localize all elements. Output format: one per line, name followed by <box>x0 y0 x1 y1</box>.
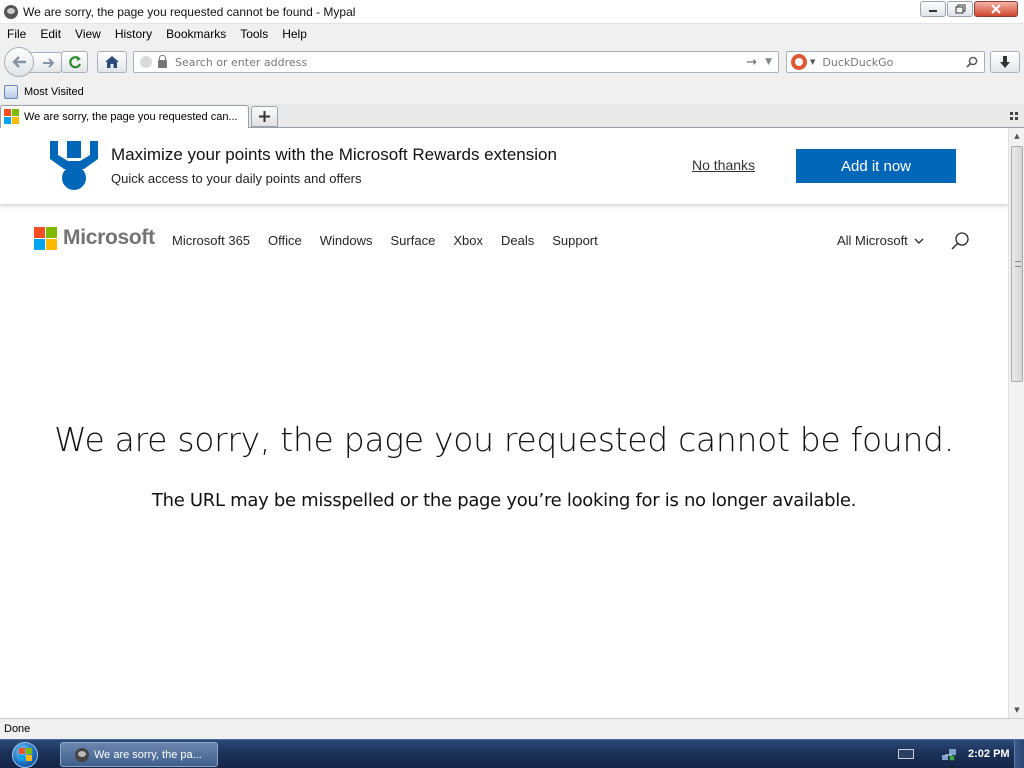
url-input[interactable] <box>175 55 747 69</box>
close-button[interactable] <box>974 1 1018 17</box>
window-controls <box>919 1 1018 17</box>
show-desktop-button[interactable] <box>1014 740 1024 768</box>
tab-active[interactable]: We are sorry, the page you requested can… <box>0 105 249 128</box>
nav-link-office[interactable]: Office <box>268 233 302 248</box>
restore-button[interactable] <box>947 1 973 17</box>
arrow-right-icon <box>43 57 55 68</box>
add-it-now-button[interactable]: Add it now <box>796 149 956 183</box>
url-dropdown-icon[interactable]: ▼ <box>765 57 772 67</box>
menu-bookmarks[interactable]: Bookmarks <box>159 27 233 41</box>
taskbar-window-label: We are sorry, the pa... <box>94 748 202 761</box>
duckduckgo-icon[interactable] <box>791 54 807 70</box>
system-clock[interactable]: 2:02 PM <box>968 748 1010 760</box>
close-icon <box>991 4 1001 14</box>
nav-link-support[interactable]: Support <box>552 233 598 248</box>
site-nav-links: Microsoft 365 Office Windows Surface Xbo… <box>172 233 616 248</box>
menu-history[interactable]: History <box>108 27 159 41</box>
scroll-down-arrow-icon[interactable]: ▼ <box>1009 702 1024 718</box>
back-button[interactable] <box>4 47 34 77</box>
all-microsoft-label: All Microsoft <box>837 233 908 248</box>
microsoft-logo[interactable]: Microsoft <box>34 226 155 250</box>
plus-icon <box>259 111 270 122</box>
bookmark-most-visited[interactable]: Most Visited <box>4 85 84 99</box>
microsoft-logo-icon <box>34 226 57 250</box>
navigation-toolbar: → ▼ ▼ <box>0 44 1024 80</box>
tab-label: We are sorry, the page you requested can… <box>24 111 238 123</box>
new-tab-button[interactable] <box>251 106 278 127</box>
arrow-left-icon <box>12 56 26 68</box>
scroll-up-arrow-icon[interactable]: ▲ <box>1009 128 1024 144</box>
minimize-button[interactable] <box>920 1 946 17</box>
tab-strip: We are sorry, the page you requested can… <box>0 104 1024 128</box>
error-title: We are sorry, the page you requested can… <box>54 420 954 459</box>
download-arrow-icon <box>1000 56 1010 68</box>
nav-link-microsoft-365[interactable]: Microsoft 365 <box>172 233 250 248</box>
identity-icon[interactable] <box>140 56 152 68</box>
all-microsoft-menu[interactable]: All Microsoft <box>837 233 924 248</box>
menu-view[interactable]: View <box>68 27 108 41</box>
scrollbar-grip-icon <box>1015 261 1021 267</box>
bookmarks-toolbar: Most Visited <box>0 80 1024 104</box>
downloads-button[interactable] <box>990 51 1020 73</box>
search-icon <box>951 232 969 250</box>
nav-link-deals[interactable]: Deals <box>501 233 534 248</box>
taskbar: We are sorry, the pa... 2:02 PM <box>0 739 1024 768</box>
menu-bar: File Edit View History Bookmarks Tools H… <box>0 24 1024 44</box>
status-text: Done <box>4 723 31 735</box>
mypal-app-icon[interactable] <box>4 4 18 19</box>
banner-subheading: Quick access to your daily points and of… <box>111 171 362 186</box>
windows-logo-icon <box>12 741 38 768</box>
taskbar-window-item[interactable]: We are sorry, the pa... <box>60 742 218 767</box>
nav-link-surface[interactable]: Surface <box>391 233 436 248</box>
search-engine-dropdown-icon[interactable]: ▼ <box>810 58 815 66</box>
bookmark-label: Most Visited <box>24 86 84 98</box>
vertical-scrollbar[interactable]: ▲ ▼ <box>1008 128 1024 718</box>
menu-tools[interactable]: Tools <box>233 27 275 41</box>
no-thanks-link[interactable]: No thanks <box>692 157 755 173</box>
mypal-taskbar-icon <box>75 747 89 762</box>
scrollbar-thumb[interactable] <box>1011 146 1023 382</box>
microsoft-wordmark: Microsoft <box>63 226 155 249</box>
search-icon[interactable] <box>966 56 978 68</box>
microsoft-header: Microsoft Microsoft 365 Office Windows S… <box>0 223 1008 257</box>
tab-list-button[interactable] <box>1010 112 1018 120</box>
nav-link-xbox[interactable]: Xbox <box>453 233 483 248</box>
microsoft-favicon <box>4 109 20 125</box>
site-search-button[interactable] <box>950 231 970 251</box>
address-bar[interactable]: → ▼ <box>133 51 779 73</box>
menu-edit[interactable]: Edit <box>33 27 68 41</box>
search-input[interactable] <box>822 55 966 69</box>
reload-button[interactable] <box>61 51 88 73</box>
restore-icon <box>955 4 965 14</box>
banner-heading: Maximize your points with the Microsoft … <box>111 145 557 164</box>
menu-help[interactable]: Help <box>275 27 314 41</box>
status-bar: Done <box>0 718 1024 739</box>
rewards-banner: Maximize your points with the Microsoft … <box>0 128 1008 204</box>
keyboard-icon[interactable] <box>898 749 914 759</box>
back-forward-group <box>4 47 62 77</box>
start-button[interactable] <box>8 740 42 768</box>
network-icon[interactable] <box>941 746 957 762</box>
page-content: Maximize your points with the Microsoft … <box>0 128 1008 718</box>
minimize-icon <box>929 10 937 12</box>
search-bar[interactable]: ▼ <box>786 51 985 73</box>
chevron-down-icon <box>914 238 924 244</box>
reload-icon <box>68 56 81 69</box>
bookmark-folder-icon <box>4 85 18 99</box>
error-message: The URL may be misspelled or the page yo… <box>151 490 857 511</box>
rewards-medal-icon <box>50 141 98 190</box>
window-title: We are sorry, the page you requested can… <box>23 4 356 19</box>
lock-icon <box>158 54 167 68</box>
menu-file[interactable]: File <box>0 27 33 41</box>
nav-link-windows[interactable]: Windows <box>320 233 373 248</box>
home-icon <box>105 56 119 68</box>
window-title-bar: We are sorry, the page you requested can… <box>0 0 1024 24</box>
go-arrow-icon[interactable]: → <box>746 55 757 70</box>
home-button[interactable] <box>97 51 127 73</box>
